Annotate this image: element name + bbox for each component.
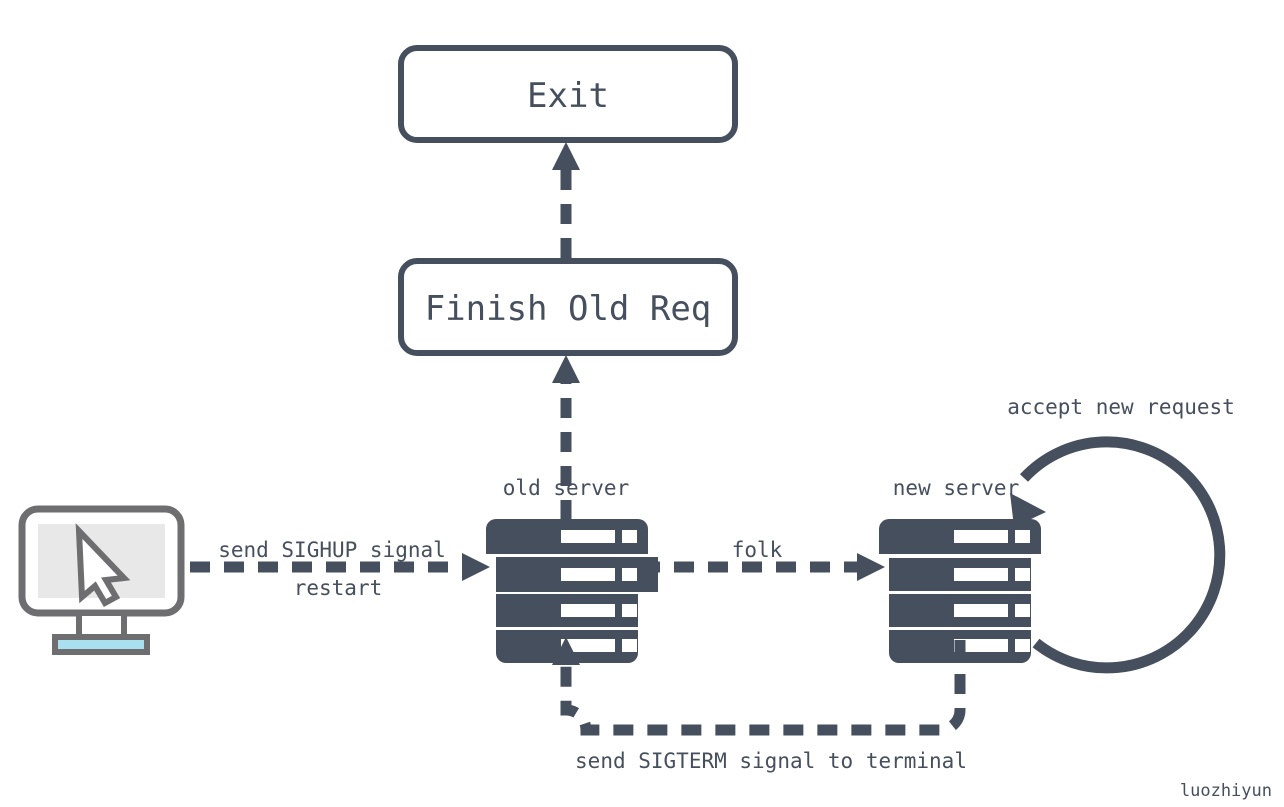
client-to-old-arrowhead xyxy=(462,553,490,581)
node-finish-old-req[interactable]: Finish Old Req xyxy=(398,258,738,356)
edge-old-to-new-server: folk xyxy=(640,538,885,581)
diagram-canvas: Exit Finish Old Req send SIGHUP signal r… xyxy=(0,0,1284,807)
old-server-slot-led-3 xyxy=(622,604,637,617)
finish-to-exit-arrowhead xyxy=(552,142,580,170)
flow-diagram: Exit Finish Old Req send SIGHUP signal r… xyxy=(18,45,1272,801)
accept-new-request-arc xyxy=(1019,436,1226,674)
old-server-slot-bar-1 xyxy=(561,530,615,543)
old-server-slot-bar-3 xyxy=(561,604,615,617)
monitor-neck-shape xyxy=(76,610,127,640)
client-to-old-label-top: send SIGHUP signal xyxy=(218,538,446,562)
finish-old-req-box-label: Finish Old Req xyxy=(425,289,712,329)
new-server-slot-led-4 xyxy=(1015,639,1030,652)
new-server-slot-bar-3 xyxy=(954,604,1008,617)
old-server-slot-led-2b xyxy=(622,568,637,581)
exit-box-label: Exit xyxy=(527,76,609,116)
sigterm-label: send SIGTERM signal to terminal xyxy=(575,749,967,773)
edge-client-to-old-server: send SIGHUP signal restart xyxy=(190,538,490,600)
accept-new-request-label: accept new request xyxy=(1007,395,1235,419)
old-server-slot-bar-2b xyxy=(561,568,615,581)
new-server-label: new server xyxy=(893,476,1019,500)
new-server-slot-led-3 xyxy=(1015,604,1030,617)
new-server-slot-led-1 xyxy=(1015,530,1030,543)
old-to-finish-arrowhead xyxy=(552,355,580,383)
new-server-slot-bar-1 xyxy=(954,530,1008,543)
watermark: luozhiyun xyxy=(1180,781,1272,801)
old-server-label: old server xyxy=(503,476,629,500)
old-server-slot-led-1 xyxy=(622,530,637,543)
monitor-base-shape xyxy=(52,634,150,655)
edge-new-server-loop: accept new request xyxy=(1007,395,1235,674)
node-client[interactable] xyxy=(18,505,185,655)
new-server-slot-bar-2 xyxy=(954,568,1008,581)
node-exit[interactable]: Exit xyxy=(398,45,738,143)
folk-label: folk xyxy=(732,538,783,562)
edge-finish-to-exit xyxy=(552,142,580,258)
folk-arrowhead xyxy=(857,553,885,581)
new-server-slot-led-2 xyxy=(1015,568,1030,581)
client-to-old-label-bottom: restart xyxy=(294,576,383,600)
old-server-slot-led-4 xyxy=(622,639,637,652)
node-old-server[interactable]: old server xyxy=(486,476,658,663)
